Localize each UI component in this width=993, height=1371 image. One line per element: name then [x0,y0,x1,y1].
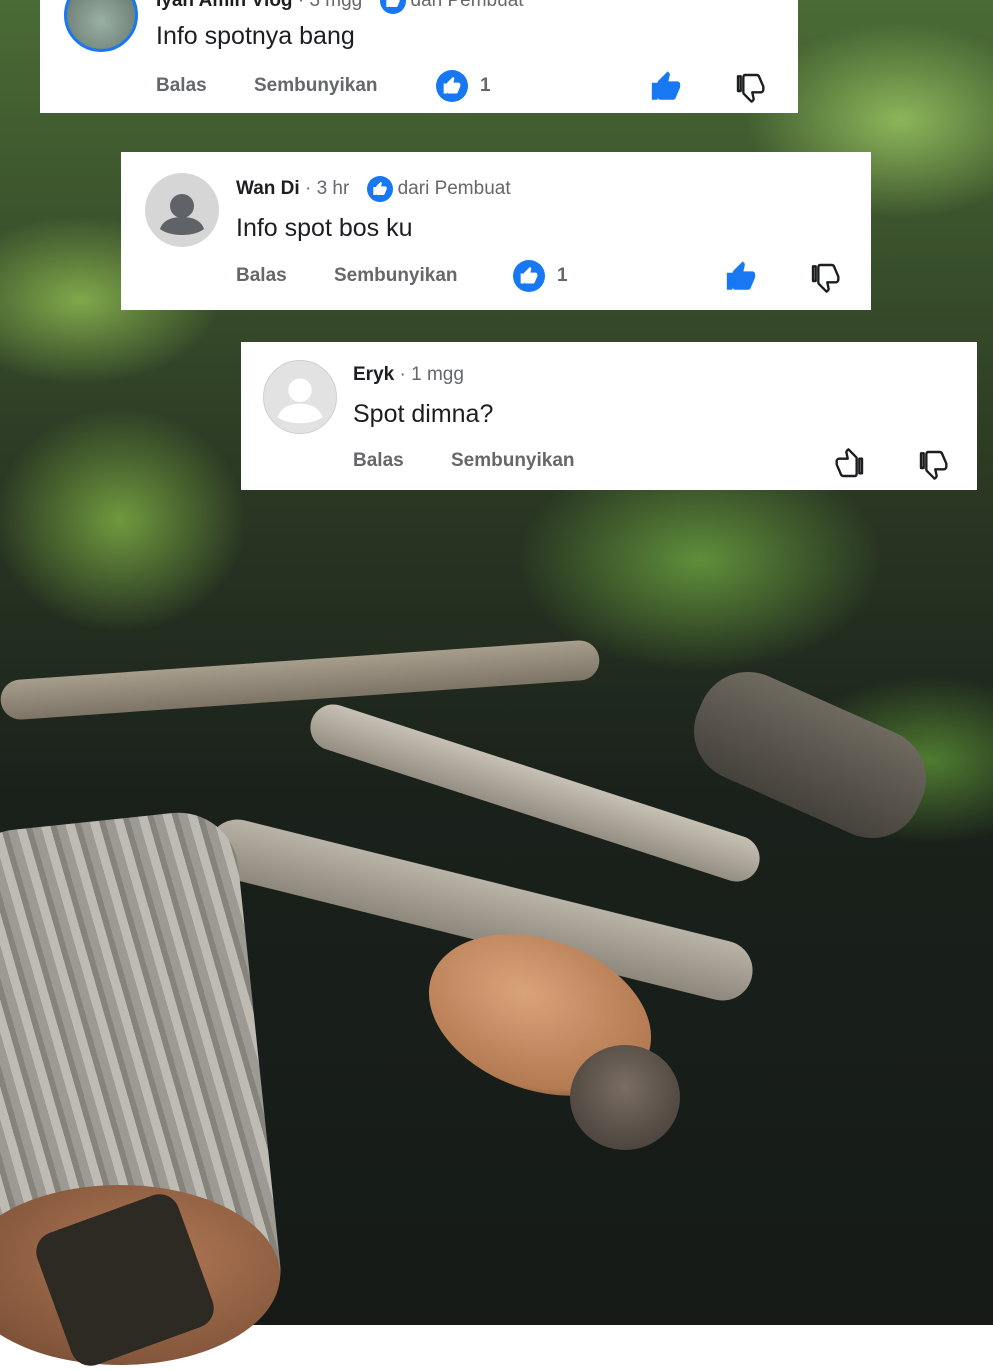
root [678,655,942,855]
creator-like-badge-icon [366,176,393,202]
comment-text: Info spot bos ku [236,214,413,242]
like-icon [835,448,864,478]
comment-actions: Balas Sembunyikan [236,265,458,287]
avatar-placeholder-icon [160,194,204,235]
dislike-button[interactable] [915,446,951,482]
reaction-count: 1 [557,265,568,286]
author-name[interactable]: Wan Di [236,178,300,199]
like-reaction-icon [436,70,468,102]
reaction-summary[interactable]: 1 [513,260,568,292]
hide-button[interactable]: Sembunyikan [334,265,458,286]
creator-badge: dari Pembuat [366,176,511,202]
separator: · [297,0,310,12]
author-name[interactable]: Eryk [353,364,394,385]
reaction-summary[interactable]: 1 [436,70,491,102]
author-name[interactable]: Iyan Amin Vlog [156,0,293,11]
reply-button[interactable]: Balas [156,75,207,96]
hide-button[interactable]: Sembunyikan [254,75,378,96]
like-icon [651,71,681,100]
creator-like-badge-icon [379,0,406,14]
reply-button[interactable]: Balas [353,450,404,471]
comment-actions: Balas Sembunyikan [353,450,575,472]
like-reaction-icon [513,260,545,292]
creator-badge-label: dari Pembuat [410,0,524,11]
comment-card: Wan Di · 3 hr dari Pembuat Info spot bos… [121,152,871,310]
separator: · [304,178,317,200]
dislike-icon [919,450,948,480]
separator: · [399,364,412,385]
reply-button[interactable]: Balas [236,265,287,286]
like-button[interactable] [648,69,684,105]
creator-badge: dari Pembuat [379,0,524,14]
comment-text: Info spotnya bang [156,22,355,50]
avatar[interactable] [64,0,138,52]
comment-text: Spot dimna? [353,400,494,428]
swimmer-head [570,1045,680,1150]
comment-actions: Balas Sembunyikan [156,75,378,97]
hide-button[interactable]: Sembunyikan [451,450,575,471]
dislike-button[interactable] [807,259,843,295]
comment-age: 3 mgg [309,0,363,12]
reaction-count: 1 [480,75,491,96]
comment-age: 3 hr [316,178,350,200]
avatar[interactable] [263,360,337,434]
comment-card: Iyan Amin Vlog · 3 mgg dari Pembuat Info… [40,0,798,113]
creator-badge-label: dari Pembuat [397,178,511,199]
like-button[interactable] [723,259,759,295]
comment-age: 1 mgg [411,364,464,385]
dislike-icon [736,73,765,103]
comment-meta: Wan Di · 3 hr dari Pembuat [236,176,511,202]
like-icon [726,261,756,290]
avatar[interactable] [145,173,219,247]
dislike-button[interactable] [732,69,768,105]
like-button[interactable] [832,446,868,482]
dislike-icon [811,263,840,293]
avatar-placeholder-icon [277,378,323,424]
comment-card: Eryk · 1 mgg Spot dimna? Balas Sembunyik… [241,342,977,490]
comment-meta: Iyan Amin Vlog · 3 mgg dari Pembuat [156,0,524,14]
branch [0,639,601,721]
comment-meta: Eryk · 1 mgg [353,364,464,386]
